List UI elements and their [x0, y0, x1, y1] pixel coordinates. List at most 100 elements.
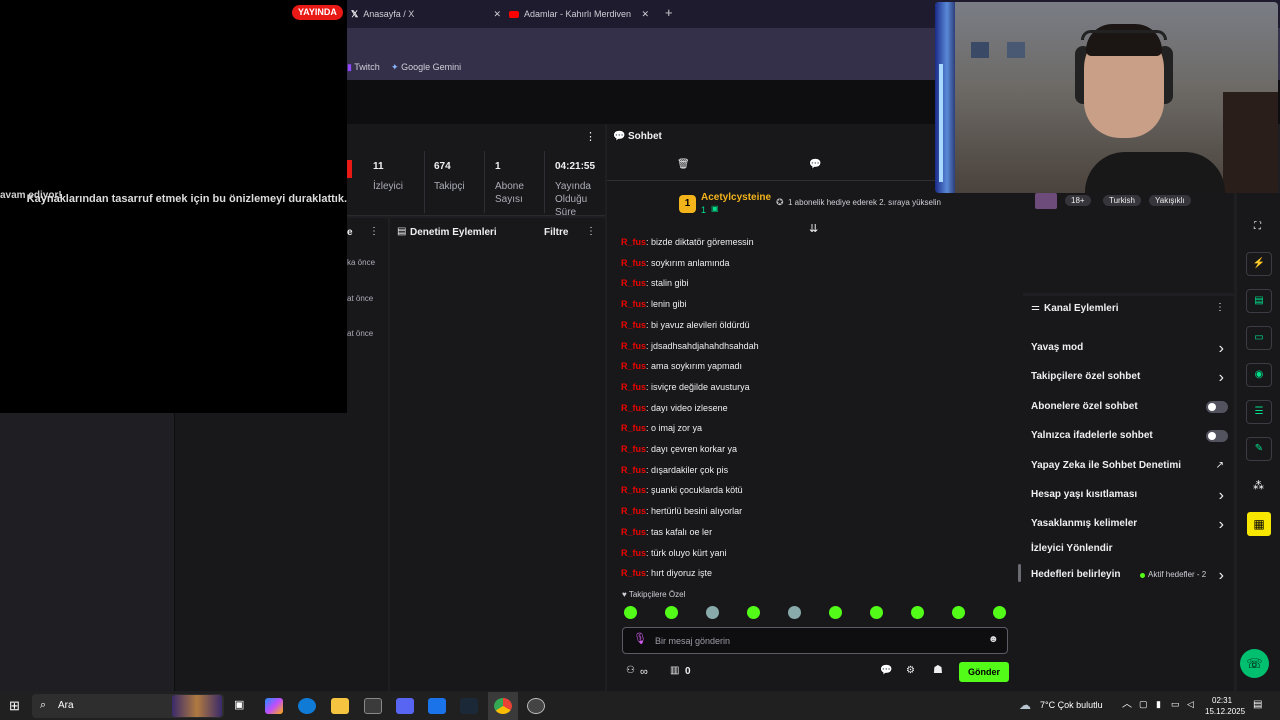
chat-username[interactable]: R_fus: [621, 403, 646, 413]
emote-icon[interactable]: [993, 606, 1006, 619]
task-view-icon[interactable]: ▣: [234, 700, 244, 711]
chat-username[interactable]: R_fus: [621, 320, 646, 330]
chat-username[interactable]: R_fus: [621, 444, 646, 454]
channel-action-row[interactable]: Yavaş mod ›: [1023, 338, 1234, 358]
chat-username[interactable]: R_fus: [621, 485, 646, 495]
emote-icon[interactable]: [829, 606, 842, 619]
bolt-icon[interactable]: ⚡: [1246, 252, 1272, 276]
chat-username[interactable]: R_fus: [621, 361, 646, 371]
chat-message[interactable]: R_fus: stalin gibi: [621, 278, 689, 288]
emote-icon[interactable]: [911, 606, 924, 619]
more-options-icon[interactable]: ⋮: [586, 227, 596, 237]
chat-username[interactable]: R_fus: [621, 382, 646, 392]
chat-username[interactable]: R_fus: [621, 465, 646, 475]
emote-icon[interactable]: [624, 606, 637, 619]
layout-icon[interactable]: ☰: [1246, 400, 1272, 424]
taskbar-search[interactable]: ⌕ Ara: [32, 694, 224, 718]
microphone-icon[interactable]: 🎙: [633, 634, 647, 645]
chat-message-input[interactable]: 🎙 Bir mesaj gönderin ☻: [622, 627, 1008, 654]
copilot-icon[interactable]: [265, 698, 283, 714]
channel-action-row[interactable]: Hesap yaşı kısıtlaması ›: [1023, 485, 1234, 505]
channel-action-row[interactable]: Takipçilere özel sohbet ›: [1023, 367, 1234, 387]
emote-icon[interactable]: [706, 606, 719, 619]
more-options-icon[interactable]: ⋮: [1215, 303, 1225, 313]
scrollbar[interactable]: [1018, 564, 1021, 582]
chat-username[interactable]: R_fus: [621, 527, 646, 537]
tab-x[interactable]: 𝕏 Anasayfa / X ✕: [351, 4, 501, 24]
chat-username[interactable]: R_fus: [621, 299, 646, 309]
discord-icon[interactable]: [396, 698, 414, 714]
tab-youtube[interactable]: Adamlar - Kahırlı Merdiven - Yo ✕: [509, 4, 649, 24]
chat-username[interactable]: R_fus: [621, 278, 646, 288]
chat-message[interactable]: R_fus: dayı video izlesene: [621, 403, 728, 413]
emoji-icon[interactable]: ☻: [988, 635, 999, 645]
clock-time[interactable]: 02:31: [1212, 696, 1232, 705]
microphone-icon[interactable]: ▮: [1156, 700, 1161, 709]
chat-icon[interactable]: 💬: [880, 666, 892, 676]
toggle-switch[interactable]: [1206, 401, 1228, 413]
clock-date[interactable]: 15.12.2025: [1205, 707, 1245, 716]
tag-chip[interactable]: Yakışıklı: [1149, 195, 1191, 206]
chat-username[interactable]: R_fus: [621, 568, 646, 578]
channel-action-row[interactable]: Abonelere özel sohbet: [1023, 397, 1234, 417]
chat-username[interactable]: R_fus: [621, 258, 646, 268]
mail-icon[interactable]: [428, 698, 446, 714]
obs-icon[interactable]: [527, 698, 545, 714]
chevron-up-icon[interactable]: ︿: [1122, 700, 1132, 710]
chat-message[interactable]: R_fus: soykırım anlamında: [621, 258, 730, 268]
bookmark-gemini[interactable]: ✦ Google Gemini: [391, 62, 461, 72]
share-icon[interactable]: ⁂: [1253, 481, 1264, 492]
tag-chip[interactable]: Turkish: [1103, 195, 1141, 206]
chrome-icon[interactable]: [494, 698, 512, 714]
chat-username[interactable]: R_fus: [621, 423, 646, 433]
chat-username[interactable]: R_fus: [621, 341, 646, 351]
emote-icon[interactable]: [788, 606, 801, 619]
channel-action-row[interactable]: Yapay Zeka ile Sohbet Denetimi ↗: [1023, 456, 1234, 476]
edge-icon[interactable]: [298, 698, 316, 714]
category-thumbnail[interactable]: [1035, 193, 1057, 209]
bookmark-twitch[interactable]: ▮ Twitch: [347, 62, 380, 72]
emote-icon[interactable]: [870, 606, 883, 619]
chat-icon[interactable]: 💬: [809, 160, 821, 170]
chat-message[interactable]: R_fus: şuanki çocuklarda kötü: [621, 485, 743, 495]
chat-message[interactable]: R_fus: isviçre değilde avusturya: [621, 382, 750, 392]
chat-icon[interactable]: ▭: [1246, 326, 1272, 350]
expand-icon[interactable]: ⛶: [1254, 222, 1261, 232]
notification-icon[interactable]: ▤: [1253, 700, 1262, 710]
emote-icon[interactable]: [747, 606, 760, 619]
chat-message[interactable]: R_fus: hertürlü besini alıyorlar: [621, 506, 742, 516]
chat-message[interactable]: R_fus: tas kafalı oe ler: [621, 527, 712, 537]
close-icon[interactable]: ✕: [641, 9, 649, 19]
channel-action-row[interactable]: Yalnızca ifadelerle sohbet: [1023, 426, 1234, 446]
channel-action-row[interactable]: Hedefleri belirleyin › Aktif hedefler - 2: [1023, 565, 1234, 585]
chat-message[interactable]: R_fus: lenin gibi: [621, 299, 687, 309]
close-icon[interactable]: ✕: [493, 9, 501, 19]
support-icon[interactable]: ☏: [1240, 649, 1269, 678]
chat-message[interactable]: R_fus: bi yavuz alevileri öldürdü: [621, 320, 750, 330]
wrench-icon[interactable]: ✎: [1246, 437, 1272, 461]
chat-message[interactable]: R_fus: dayı çevren korkar ya: [621, 444, 737, 454]
chat-username[interactable]: R_fus: [621, 548, 646, 558]
volume-icon[interactable]: ◁: [1187, 700, 1194, 709]
gear-icon[interactable]: ⚙: [906, 666, 915, 676]
robot-icon[interactable]: ☗: [933, 665, 943, 676]
emote-icon[interactable]: [665, 606, 678, 619]
chat-username[interactable]: R_fus: [621, 506, 646, 516]
filter-button[interactable]: Filtre: [544, 227, 568, 238]
chat-message[interactable]: R_fus: jdsadhsahdjahahdhsahdah: [621, 341, 759, 351]
collapse-icon[interactable]: ⇊: [809, 224, 818, 235]
chat-message[interactable]: R_fus: dışardakiler çok pis: [621, 465, 728, 475]
channel-action-row[interactable]: İzleyici Yönlendir: [1023, 539, 1234, 559]
gift-icon[interactable]: ▥: [670, 666, 679, 676]
chat-message[interactable]: R_fus: o imaj zor ya: [621, 423, 702, 433]
new-tab-icon[interactable]: +: [665, 6, 673, 19]
tray-icon[interactable]: ▢: [1139, 700, 1148, 709]
chat-message[interactable]: R_fus: bizde diktatör göremessin: [621, 237, 754, 247]
channel-points-icon[interactable]: ⚇: [626, 666, 635, 676]
notes-icon[interactable]: ▤: [1246, 289, 1272, 313]
chat-username[interactable]: R_fus: [621, 237, 646, 247]
chat-message[interactable]: R_fus: türk oluyo kürt yani: [621, 548, 727, 558]
toggle-switch[interactable]: [1206, 430, 1228, 442]
channel-action-row[interactable]: Yasaklanmış kelimeler ›: [1023, 514, 1234, 534]
clapperboard-icon[interactable]: ▦: [1247, 512, 1271, 536]
